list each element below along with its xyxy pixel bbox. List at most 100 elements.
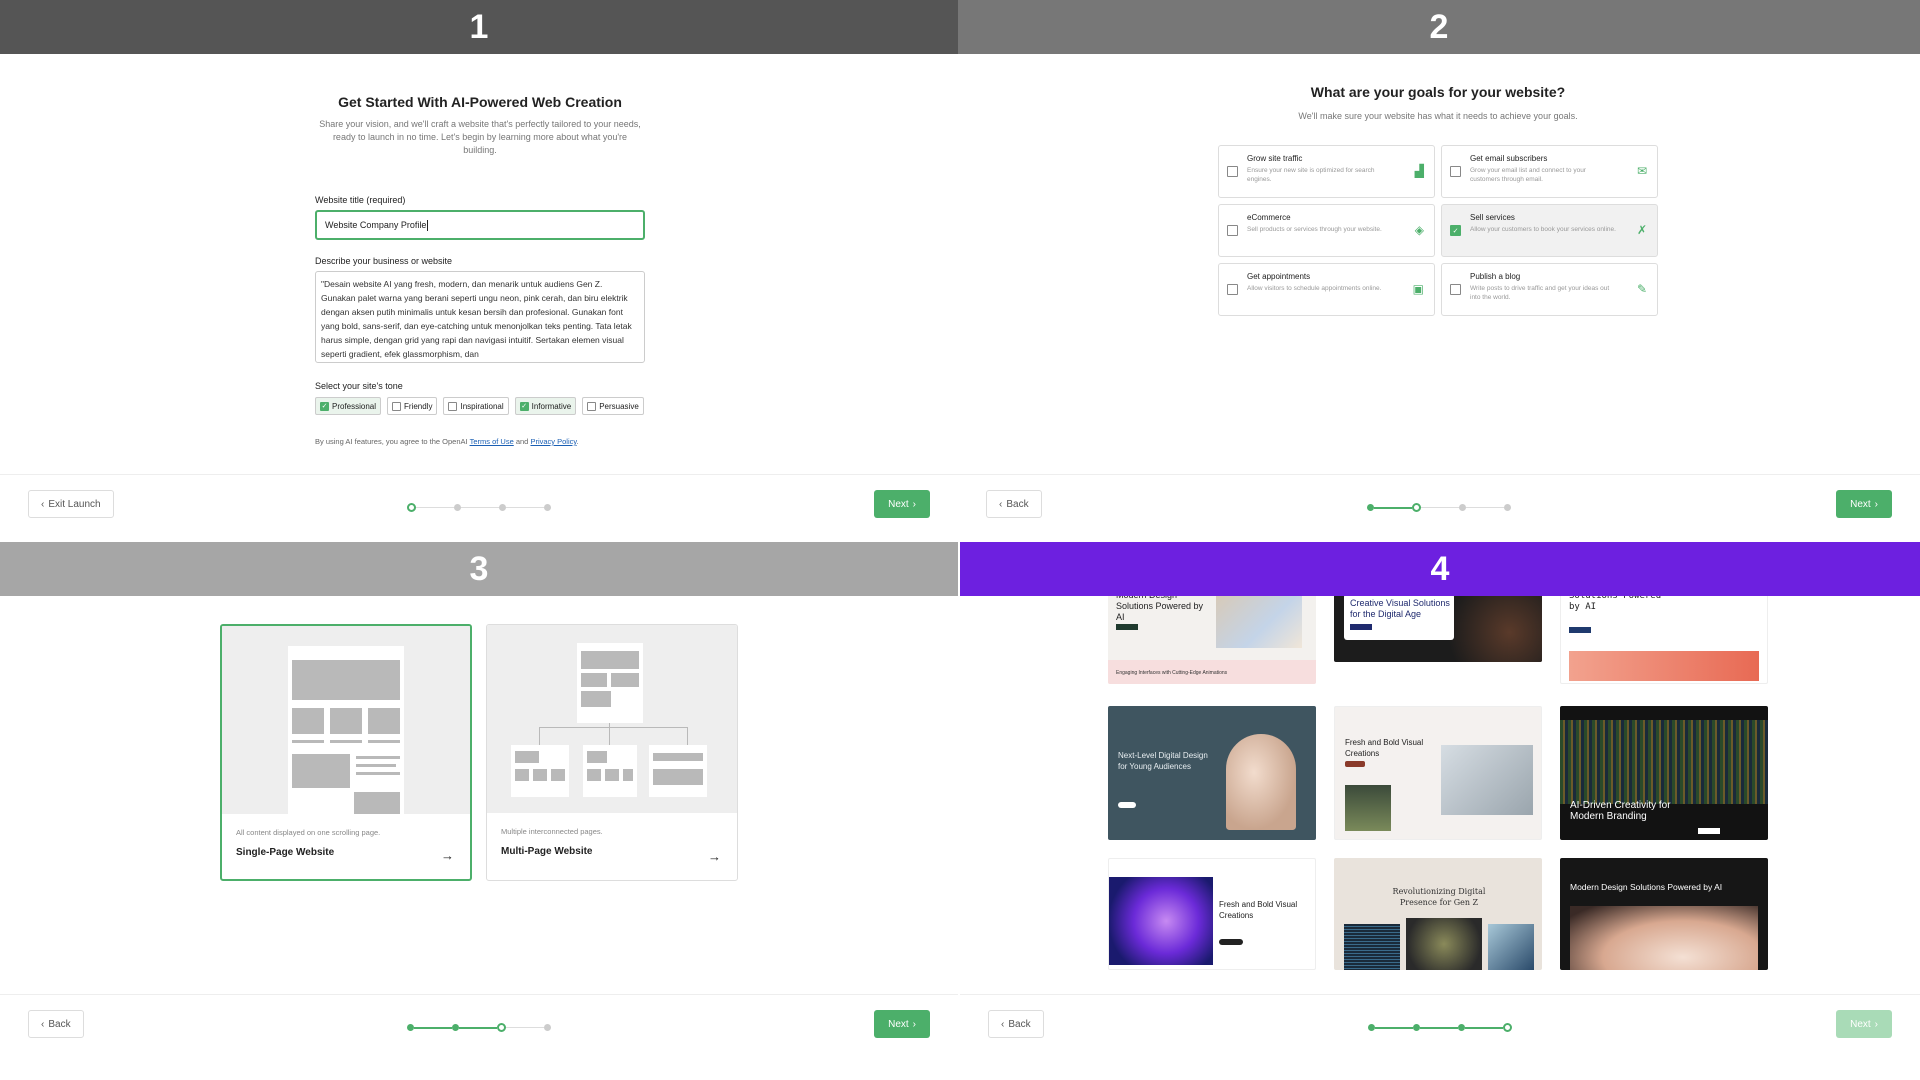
chevron-right-icon: › [1874, 1018, 1878, 1030]
button-label: Next [888, 1018, 909, 1030]
template-button [1116, 624, 1138, 630]
goal-option-email-subscribers[interactable]: Get email subscribers Grow your email li… [1441, 145, 1658, 198]
back-button[interactable]: ‹ Back [28, 1010, 84, 1038]
back-button[interactable]: ‹ Back [986, 490, 1042, 518]
template-image [1406, 918, 1482, 970]
describe-textarea[interactable]: "Desain website AI yang fresh, modern, d… [315, 271, 645, 363]
step-number-banner: 1 [0, 0, 958, 54]
tone-label-text: Inspirational [460, 401, 504, 411]
step-line-done [1465, 1026, 1503, 1029]
goal-title: Get appointments [1247, 272, 1311, 281]
goal-description: Sell products or services through your w… [1247, 226, 1382, 233]
terms-of-use-link[interactable]: Terms of Use [470, 437, 514, 446]
wizard-footer: ‹ Exit Launch Next › [0, 474, 958, 534]
step-dot [1504, 504, 1511, 511]
next-button[interactable]: Next › [874, 1010, 930, 1038]
step-number: 4 [1430, 549, 1450, 588]
step-line-done [1420, 1026, 1458, 1029]
step-1-panel: 1 Get Started With AI-Powered Web Creati… [0, 0, 958, 540]
tone-label-text: Informative [531, 401, 572, 411]
template-thumbnail[interactable]: Modern Design Solutions Powered by AI En… [1108, 596, 1316, 684]
goal-option-appointments[interactable]: Get appointments Allow visitors to sched… [1218, 263, 1435, 316]
tone-label-text: Persuasive [599, 401, 639, 411]
goal-option-sell-services[interactable]: ✓ Sell services Allow your customers to … [1441, 204, 1658, 257]
chart-icon: ▟ [1414, 164, 1424, 178]
template-thumbnail[interactable]: Fresh and Bold Visual Creations [1108, 858, 1316, 970]
template-caption: Engaging Interfaces with Cutting-Edge An… [1116, 670, 1228, 676]
step-number: 3 [469, 549, 489, 588]
template-headline: Solutions Powered by AI [1569, 596, 1662, 612]
goal-title: Publish a blog [1470, 272, 1521, 281]
text-cursor [427, 219, 429, 231]
goal-title: Grow site traffic [1247, 154, 1303, 163]
button-label: Next [1850, 498, 1871, 510]
tone-options: ✓ Professional Friendly Inspirational ✓ In… [315, 397, 645, 415]
privacy-policy-link[interactable]: Privacy Policy [530, 437, 576, 446]
next-button[interactable]: Next › [1836, 490, 1892, 518]
checkbox-icon [587, 401, 597, 411]
goal-option-blog[interactable]: Publish a blog Write posts to drive traf… [1441, 263, 1658, 316]
back-button[interactable]: ‹ Back [988, 1010, 1044, 1038]
template-thumbnail[interactable]: Revolutionizing Digital Presence for Gen… [1334, 858, 1542, 970]
goal-option-ecommerce[interactable]: eCommerce Sell products or services thro… [1218, 204, 1435, 257]
tone-label-text: Professional [332, 401, 377, 411]
step-dot-done [1458, 1024, 1465, 1031]
step-dot-current [407, 503, 416, 512]
pencil-icon: ✎ [1636, 282, 1647, 296]
template-thumbnail[interactable]: Modern Design Solutions Powered by AI [1560, 858, 1768, 970]
exit-launch-button[interactable]: ‹ Exit Launch [28, 490, 114, 518]
template-headline: Creative Visual Solutions for the Digita… [1350, 598, 1450, 619]
card-description: Multiple interconnected pages. [501, 827, 603, 836]
step-line [506, 1027, 544, 1028]
template-headline: Fresh and Bold Visual Creations [1345, 738, 1424, 758]
tools-icon: ✗ [1636, 223, 1647, 237]
wizard-footer: ‹ Back Next › [0, 994, 958, 1054]
tone-option-informative[interactable]: ✓ Informative [514, 397, 577, 415]
button-label: Next [888, 498, 909, 510]
chevron-right-icon: › [912, 1018, 916, 1030]
chevron-right-icon: › [912, 498, 916, 510]
multi-page-card[interactable]: Multiple interconnected pages. Multi-Pag… [486, 624, 738, 881]
step-dot [1459, 504, 1466, 511]
template-thumbnail[interactable]: Creative Visual Solutions for the Digita… [1334, 596, 1542, 662]
next-button-disabled[interactable]: Next › [1836, 1010, 1892, 1038]
step-dot-current [497, 1023, 506, 1032]
step-dot [454, 504, 461, 511]
template-thumbnail[interactable]: Solutions Powered by AI [1560, 596, 1768, 684]
step-line [416, 507, 454, 508]
template-button [1569, 627, 1591, 633]
template-thumbnail[interactable]: Next-Level Digital Design for Young Audi… [1108, 706, 1316, 840]
legal-prefix: By using AI features, you agree to the O… [315, 437, 468, 446]
checkbox-icon [1450, 166, 1461, 177]
template-thumbnail[interactable]: Fresh and Bold Visual Creations [1334, 706, 1542, 840]
website-title-input[interactable]: Website Company Profile [315, 210, 645, 240]
tone-option-professional[interactable]: ✓ Professional [315, 397, 382, 415]
goal-description: Ensure your new site is optimized for se… [1247, 167, 1375, 183]
arrow-right-icon: → [441, 848, 454, 863]
step-number-banner: 4 [960, 542, 1920, 596]
chevron-right-icon: › [1874, 498, 1878, 510]
step-dot-done [407, 1024, 414, 1031]
single-page-card[interactable]: All content displayed on one scrolling p… [220, 624, 472, 881]
progress-stepper [1367, 503, 1511, 512]
step-line [506, 507, 544, 508]
template-headline: Fresh and Bold Visual Creations [1219, 900, 1298, 920]
tone-option-inspirational[interactable]: Inspirational [443, 397, 509, 415]
template-headline: Modern Design Solutions Powered by AI [1116, 596, 1204, 622]
chevron-left-icon: ‹ [1001, 1018, 1005, 1030]
step-dot-current [1503, 1023, 1512, 1032]
goal-description: Write posts to drive traffic and get you… [1470, 285, 1610, 301]
step-line-done [459, 1026, 497, 1029]
page-title: What are your goals for your website? [1310, 84, 1566, 100]
step-dot-current [1412, 503, 1421, 512]
template-thumbnail[interactable]: AI-Driven Creativity for Modern Branding [1560, 706, 1768, 840]
button-label: Exit Launch [48, 498, 101, 510]
progress-stepper [1368, 1023, 1512, 1032]
legal-and: and [515, 437, 529, 446]
goal-option-grow-traffic[interactable]: Grow site traffic Ensure your new site i… [1218, 145, 1435, 198]
next-button[interactable]: Next › [874, 490, 930, 518]
template-image [1560, 720, 1768, 804]
goal-description: Grow your email list and connect to your… [1470, 167, 1586, 183]
tone-option-friendly[interactable]: Friendly [387, 397, 438, 415]
tone-option-persuasive[interactable]: Persuasive [582, 397, 644, 415]
